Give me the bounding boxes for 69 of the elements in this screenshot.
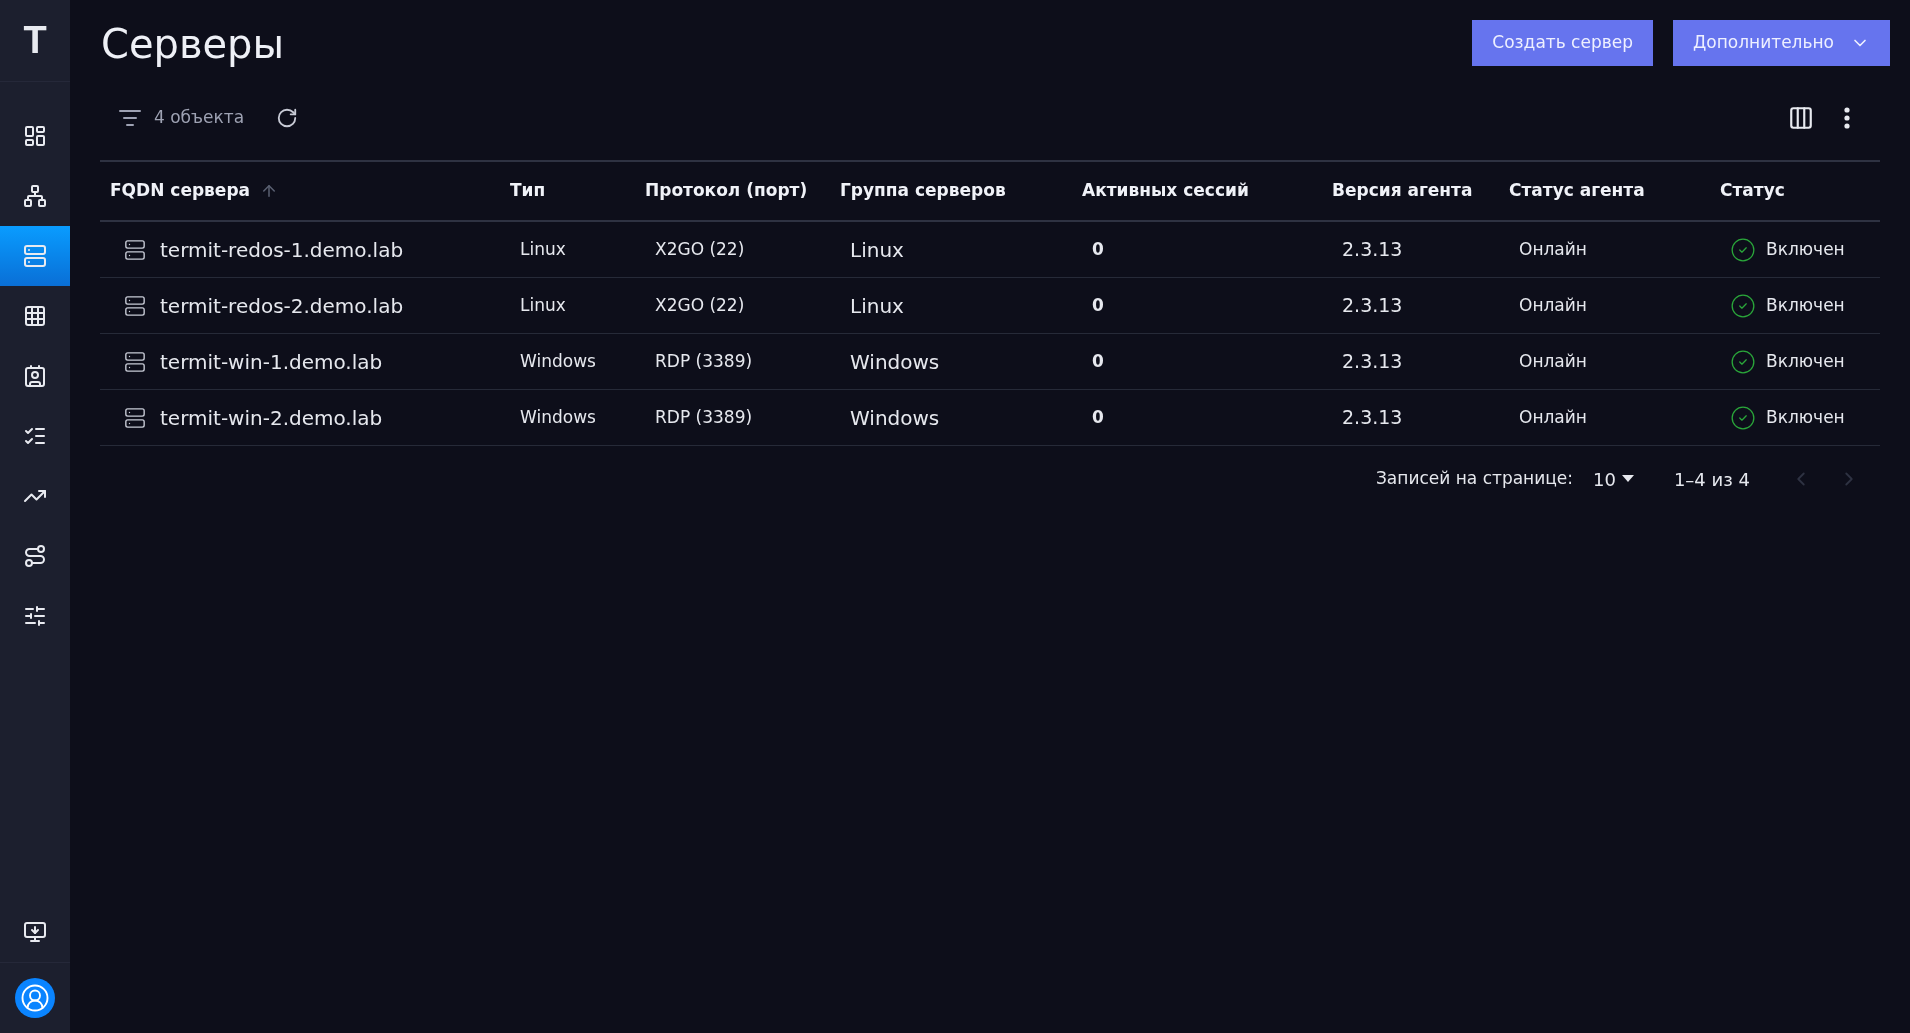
table-cell-text: 2.3.13 <box>1342 349 1403 375</box>
column-header[interactable]: Протокол (порт) <box>635 162 830 220</box>
more-vertical-icon <box>1844 107 1850 129</box>
table-cell-text: Linux <box>520 293 566 317</box>
column-header[interactable]: Активных сессий <box>1072 162 1322 220</box>
caret-down-icon <box>1621 475 1634 483</box>
table-cell-text: Включен <box>1766 237 1845 261</box>
monitor-download-icon <box>23 920 47 944</box>
table-cell-text: 0 <box>1092 293 1104 317</box>
hierarchy-icon <box>23 184 47 208</box>
column-header[interactable]: Тип <box>500 162 635 220</box>
table-cell-text: 0 <box>1092 405 1104 429</box>
logo: T <box>23 18 47 63</box>
dashboard-icon <box>23 124 47 148</box>
table-cell-text: termit-redos-2.demo.lab <box>160 292 404 320</box>
filter-button[interactable]: 4 объекта <box>118 105 245 131</box>
table-cell-text: termit-win-1.demo.lab <box>160 348 383 376</box>
sliders-icon <box>23 604 47 628</box>
avatar-button[interactable] <box>15 978 55 1018</box>
create-button[interactable]: Создать сервер <box>1472 20 1653 66</box>
table-cell-text: 0 <box>1092 237 1104 261</box>
server-icon <box>124 406 146 429</box>
table-cell-text: Включен <box>1766 349 1845 373</box>
table-cell-text: 2.3.13 <box>1342 237 1403 263</box>
table-cell-text: Windows <box>520 405 596 429</box>
table-cell-text: termit-win-2.demo.lab <box>160 404 383 432</box>
table-cell-text: Linux <box>850 292 904 320</box>
server-icon <box>23 244 47 268</box>
more-options-button[interactable] <box>1844 107 1850 129</box>
table-cell-text: 2.3.13 <box>1342 293 1403 319</box>
columns-button[interactable] <box>1788 105 1814 131</box>
table-cell-text: Онлайн <box>1519 237 1587 261</box>
page-title: Серверы <box>101 20 285 68</box>
column-header[interactable]: Статус <box>1710 162 1880 220</box>
table-cell-text: Включен <box>1766 293 1845 317</box>
server-icon <box>124 350 146 373</box>
refresh-icon <box>276 107 299 129</box>
server-icon <box>124 294 146 317</box>
column-header[interactable]: Статус агента <box>1499 162 1710 220</box>
user-icon <box>20 983 50 1013</box>
table-cell-text: RDP (3389) <box>655 405 753 429</box>
table-cell-text: Онлайн <box>1519 349 1587 373</box>
table-cell-text: Linux <box>520 237 566 261</box>
contact-card-icon <box>23 364 47 388</box>
column-header[interactable]: FQDN сервера <box>100 162 500 220</box>
page-range: 1–4 из 4 <box>1673 467 1750 492</box>
table-cell-text: Linux <box>850 236 904 264</box>
table-cell-text: Windows <box>850 348 940 376</box>
grid-icon <box>23 304 47 328</box>
table-cell-text: X2GO (22) <box>655 293 745 317</box>
refresh-button[interactable] <box>276 107 299 129</box>
route-icon <box>23 544 47 568</box>
table-cell-text: RDP (3389) <box>655 349 753 373</box>
table-cell-text: termit-redos-1.demo.lab <box>160 236 404 264</box>
server-icon <box>124 238 146 261</box>
more-dropdown-button[interactable]: Дополнительно <box>1673 20 1890 66</box>
table-cell-text: Windows <box>520 349 596 373</box>
columns-icon <box>1788 105 1814 131</box>
table-cell-text: Онлайн <box>1519 405 1587 429</box>
column-header[interactable]: Версия агента <box>1322 162 1499 220</box>
table-cell-text: X2GO (22) <box>655 237 745 261</box>
table-cell-text: 2.3.13 <box>1342 405 1403 431</box>
table-cell-text: Windows <box>850 404 940 432</box>
rows-per-page-select[interactable]: 10 <box>1593 465 1634 493</box>
table-cell-text: Включен <box>1766 405 1845 429</box>
table-cell-text: 0 <box>1092 349 1104 373</box>
rows-per-page-label: Записей на странице: <box>1375 467 1573 491</box>
column-header[interactable]: Группа серверов <box>830 162 1072 220</box>
table-cell-text: Онлайн <box>1519 293 1587 317</box>
